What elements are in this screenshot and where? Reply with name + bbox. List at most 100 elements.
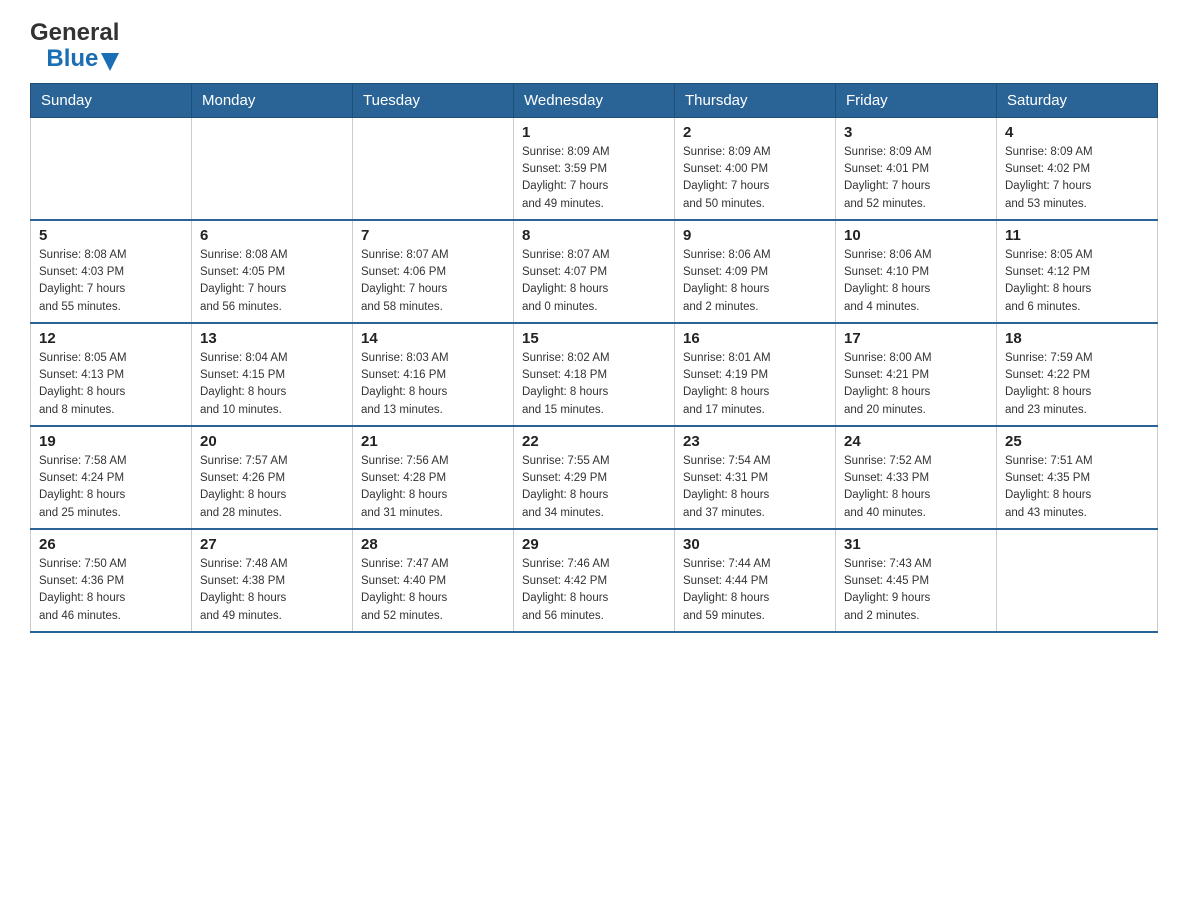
day-info: Sunrise: 8:05 AM Sunset: 4:13 PM Dayligh…: [39, 350, 183, 419]
day-info: Sunrise: 7:58 AM Sunset: 4:24 PM Dayligh…: [39, 453, 183, 522]
calendar-week-row: 1 Sunrise: 8:09 AM Sunset: 3:59 PM Daylig…: [31, 117, 1158, 220]
day-info: Sunrise: 7:51 AM Sunset: 4:35 PM Dayligh…: [1005, 453, 1149, 522]
calendar-day-cell: 26 Sunrise: 7:50 AM Sunset: 4:36 PM Dayli…: [31, 529, 192, 632]
calendar-day-cell: [997, 529, 1158, 632]
day-number: 20: [200, 433, 344, 450]
calendar-day-cell: 1 Sunrise: 8:09 AM Sunset: 3:59 PM Daylig…: [514, 117, 675, 220]
calendar-day-cell: 6 Sunrise: 8:08 AM Sunset: 4:05 PM Daylig…: [192, 220, 353, 323]
day-info: Sunrise: 8:00 AM Sunset: 4:21 PM Dayligh…: [844, 350, 988, 419]
calendar-day-cell: 23 Sunrise: 7:54 AM Sunset: 4:31 PM Dayli…: [675, 426, 836, 529]
calendar-day-cell: 14Sunrise: 8:03 AM Sunset: 4:16 PM Dayli…: [353, 323, 514, 426]
day-number: 11: [1005, 227, 1149, 244]
day-number: 19: [39, 433, 183, 450]
day-info: Sunrise: 8:01 AM Sunset: 4:19 PM Dayligh…: [683, 350, 827, 419]
day-number: 21: [361, 433, 505, 450]
calendar-day-cell: 11 Sunrise: 8:05 AM Sunset: 4:12 PM Dayli…: [997, 220, 1158, 323]
day-of-week-header: Saturday: [997, 83, 1158, 117]
day-info: Sunrise: 7:55 AM Sunset: 4:29 PM Dayligh…: [522, 453, 666, 522]
calendar-table: SundayMondayTuesdayWednesdayThursdayFrid…: [30, 83, 1158, 633]
calendar-day-cell: 5 Sunrise: 8:08 AM Sunset: 4:03 PM Daylig…: [31, 220, 192, 323]
day-info: Sunrise: 8:07 AM Sunset: 4:06 PM Dayligh…: [361, 247, 505, 316]
day-of-week-header: Wednesday: [514, 83, 675, 117]
day-info: Sunrise: 7:44 AM Sunset: 4:44 PM Dayligh…: [683, 556, 827, 625]
calendar-day-cell: 4 Sunrise: 8:09 AM Sunset: 4:02 PM Daylig…: [997, 117, 1158, 220]
calendar-day-cell: [353, 117, 514, 220]
day-info: Sunrise: 8:02 AM Sunset: 4:18 PM Dayligh…: [522, 350, 666, 419]
calendar-day-cell: 17 Sunrise: 8:00 AM Sunset: 4:21 PM Dayli…: [836, 323, 997, 426]
day-number: 5: [39, 227, 183, 244]
day-info: Sunrise: 8:09 AM Sunset: 4:02 PM Dayligh…: [1005, 144, 1149, 213]
logo-general: General: [30, 20, 119, 46]
day-info: Sunrise: 7:47 AM Sunset: 4:40 PM Dayligh…: [361, 556, 505, 625]
day-info: Sunrise: 8:06 AM Sunset: 4:10 PM Dayligh…: [844, 247, 988, 316]
logo-blue: Blue: [46, 46, 98, 72]
calendar-day-cell: 3Sunrise: 8:09 AM Sunset: 4:01 PM Daylig…: [836, 117, 997, 220]
calendar-day-cell: 21Sunrise: 7:56 AM Sunset: 4:28 PM Dayli…: [353, 426, 514, 529]
day-info: Sunrise: 7:46 AM Sunset: 4:42 PM Dayligh…: [522, 556, 666, 625]
calendar-day-cell: 7 Sunrise: 8:07 AM Sunset: 4:06 PM Daylig…: [353, 220, 514, 323]
day-info: Sunrise: 8:04 AM Sunset: 4:15 PM Dayligh…: [200, 350, 344, 419]
calendar-day-cell: 18 Sunrise: 7:59 AM Sunset: 4:22 PM Dayli…: [997, 323, 1158, 426]
day-info: Sunrise: 7:54 AM Sunset: 4:31 PM Dayligh…: [683, 453, 827, 522]
calendar-day-cell: 13 Sunrise: 8:04 AM Sunset: 4:15 PM Dayli…: [192, 323, 353, 426]
day-number: 31: [844, 536, 988, 553]
day-number: 10: [844, 227, 988, 244]
day-info: Sunrise: 8:06 AM Sunset: 4:09 PM Dayligh…: [683, 247, 827, 316]
day-number: 16: [683, 330, 827, 347]
logo-arrow-icon: [101, 53, 119, 71]
day-number: 23: [683, 433, 827, 450]
day-number: 18: [1005, 330, 1149, 347]
calendar-day-cell: 25Sunrise: 7:51 AM Sunset: 4:35 PM Dayli…: [997, 426, 1158, 529]
calendar-day-cell: 8 Sunrise: 8:07 AM Sunset: 4:07 PM Daylig…: [514, 220, 675, 323]
day-of-week-header: Thursday: [675, 83, 836, 117]
calendar-day-cell: 9 Sunrise: 8:06 AM Sunset: 4:09 PM Daylig…: [675, 220, 836, 323]
calendar-header-row: SundayMondayTuesdayWednesdayThursdayFrid…: [31, 83, 1158, 117]
day-info: Sunrise: 7:59 AM Sunset: 4:22 PM Dayligh…: [1005, 350, 1149, 419]
calendar-day-cell: 19 Sunrise: 7:58 AM Sunset: 4:24 PM Dayli…: [31, 426, 192, 529]
day-info: Sunrise: 7:48 AM Sunset: 4:38 PM Dayligh…: [200, 556, 344, 625]
day-number: 17: [844, 330, 988, 347]
day-info: Sunrise: 7:50 AM Sunset: 4:36 PM Dayligh…: [39, 556, 183, 625]
day-number: 28: [361, 536, 505, 553]
logo: General Blue: [30, 20, 119, 73]
calendar-day-cell: 15Sunrise: 8:02 AM Sunset: 4:18 PM Dayli…: [514, 323, 675, 426]
calendar-day-cell: 24 Sunrise: 7:52 AM Sunset: 4:33 PM Dayli…: [836, 426, 997, 529]
calendar-day-cell: [192, 117, 353, 220]
calendar-week-row: 26 Sunrise: 7:50 AM Sunset: 4:36 PM Dayli…: [31, 529, 1158, 632]
day-of-week-header: Friday: [836, 83, 997, 117]
day-number: 4: [1005, 124, 1149, 141]
day-info: Sunrise: 8:09 AM Sunset: 3:59 PM Dayligh…: [522, 144, 666, 213]
day-number: 1: [522, 124, 666, 141]
day-number: 29: [522, 536, 666, 553]
day-of-week-header: Sunday: [31, 83, 192, 117]
day-number: 13: [200, 330, 344, 347]
day-info: Sunrise: 8:08 AM Sunset: 4:05 PM Dayligh…: [200, 247, 344, 316]
day-number: 9: [683, 227, 827, 244]
day-info: Sunrise: 8:09 AM Sunset: 4:00 PM Dayligh…: [683, 144, 827, 213]
day-number: 6: [200, 227, 344, 244]
calendar-day-cell: 28 Sunrise: 7:47 AM Sunset: 4:40 PM Dayli…: [353, 529, 514, 632]
day-number: 2: [683, 124, 827, 141]
day-info: Sunrise: 8:08 AM Sunset: 4:03 PM Dayligh…: [39, 247, 183, 316]
calendar-day-cell: 27Sunrise: 7:48 AM Sunset: 4:38 PM Dayli…: [192, 529, 353, 632]
calendar-day-cell: 30 Sunrise: 7:44 AM Sunset: 4:44 PM Dayli…: [675, 529, 836, 632]
day-info: Sunrise: 8:03 AM Sunset: 4:16 PM Dayligh…: [361, 350, 505, 419]
day-number: 3: [844, 124, 988, 141]
day-number: 26: [39, 536, 183, 553]
day-number: 30: [683, 536, 827, 553]
calendar-day-cell: 31Sunrise: 7:43 AM Sunset: 4:45 PM Dayli…: [836, 529, 997, 632]
day-info: Sunrise: 8:05 AM Sunset: 4:12 PM Dayligh…: [1005, 247, 1149, 316]
calendar-day-cell: [31, 117, 192, 220]
day-of-week-header: Monday: [192, 83, 353, 117]
day-number: 8: [522, 227, 666, 244]
day-info: Sunrise: 7:57 AM Sunset: 4:26 PM Dayligh…: [200, 453, 344, 522]
day-of-week-header: Tuesday: [353, 83, 514, 117]
day-info: Sunrise: 8:07 AM Sunset: 4:07 PM Dayligh…: [522, 247, 666, 316]
day-number: 24: [844, 433, 988, 450]
calendar-day-cell: 10 Sunrise: 8:06 AM Sunset: 4:10 PM Dayli…: [836, 220, 997, 323]
day-number: 7: [361, 227, 505, 244]
calendar-week-row: 5 Sunrise: 8:08 AM Sunset: 4:03 PM Daylig…: [31, 220, 1158, 323]
calendar-day-cell: 2 Sunrise: 8:09 AM Sunset: 4:00 PM Daylig…: [675, 117, 836, 220]
day-info: Sunrise: 7:52 AM Sunset: 4:33 PM Dayligh…: [844, 453, 988, 522]
calendar-week-row: 19 Sunrise: 7:58 AM Sunset: 4:24 PM Dayli…: [31, 426, 1158, 529]
